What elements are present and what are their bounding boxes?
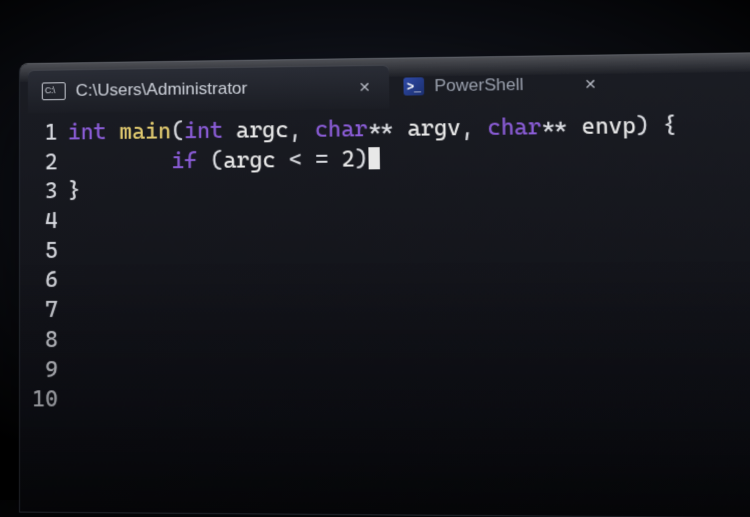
line-number: 6 <box>20 266 58 296</box>
token-number: 2 <box>341 147 355 172</box>
token-keyword: if <box>171 149 197 174</box>
token-punct: , <box>460 116 474 141</box>
cmd-icon: C:\ <box>42 82 66 100</box>
token-indent <box>68 149 172 175</box>
code-content[interactable]: int main(int argc, char** argv, char** e… <box>68 111 684 417</box>
token-keyword: char <box>315 117 368 143</box>
token-punct: { <box>663 113 677 139</box>
line-number: 7 <box>20 296 58 326</box>
editor-area[interactable]: 1 2 3 4 5 6 7 8 9 10 int main(int argc, … <box>20 104 750 417</box>
token-function: main <box>119 119 171 144</box>
token-ident: argc <box>236 118 289 144</box>
token-punct: , <box>288 118 301 143</box>
powershell-icon: >_ <box>403 77 424 95</box>
line-number: 1 <box>20 119 58 149</box>
line-number: 4 <box>20 207 58 237</box>
text-cursor <box>369 147 381 169</box>
token-op: ** <box>367 117 394 142</box>
close-icon[interactable]: ✕ <box>580 75 601 93</box>
token-keyword: int <box>184 119 223 144</box>
tab-powershell[interactable]: >_ PowerShell ✕ <box>389 61 616 108</box>
line-number-gutter: 1 2 3 4 5 6 7 8 9 10 <box>20 119 68 416</box>
token-op: ** <box>541 115 568 141</box>
token-ident: envp <box>581 114 636 140</box>
tab-label: PowerShell <box>434 74 570 96</box>
token-ident: argc <box>223 148 276 174</box>
token-keyword: char <box>487 115 541 141</box>
token-keyword: int <box>68 120 107 145</box>
token-punct: ) <box>355 147 369 172</box>
tab-label: C:\Users\Administrator <box>76 77 345 100</box>
line-number: 8 <box>20 326 58 356</box>
token-punct: } <box>68 179 81 204</box>
line-number: 9 <box>20 356 58 386</box>
token-punct: ( <box>210 148 223 173</box>
line-number: 10 <box>20 385 58 415</box>
line-number: 2 <box>20 148 58 178</box>
token-punct: ( <box>171 119 184 144</box>
token-op: < = <box>276 147 342 173</box>
close-icon[interactable]: ✕ <box>354 78 374 96</box>
terminal-window: C:\ C:\Users\Administrator ✕ >_ PowerShe… <box>20 53 750 517</box>
tab-cmd[interactable]: C:\ C:\Users\Administrator ✕ <box>28 65 390 114</box>
line-number: 3 <box>20 178 58 208</box>
token-punct: ) <box>635 114 649 140</box>
token-ident: argv <box>407 116 461 142</box>
tab-bar: C:\ C:\Users\Administrator ✕ >_ PowerShe… <box>20 53 750 113</box>
line-number: 5 <box>20 237 58 267</box>
